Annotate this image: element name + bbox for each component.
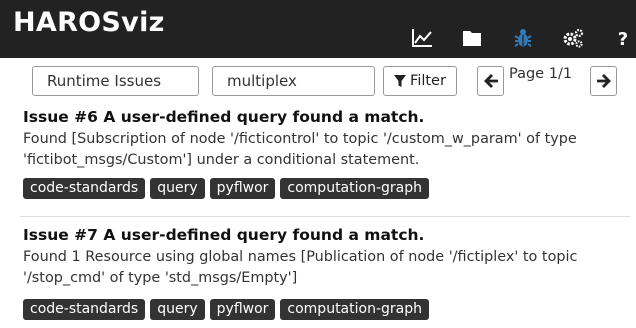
tag-badge[interactable]: computation-graph bbox=[280, 178, 429, 199]
tag-badge[interactable]: computation-graph bbox=[280, 299, 429, 320]
gears-icon[interactable] bbox=[561, 26, 585, 50]
issue-source-value: Runtime Issues bbox=[47, 72, 162, 90]
help-icon[interactable]: ? bbox=[611, 26, 635, 50]
search-input[interactable]: multiplex bbox=[212, 66, 375, 96]
issue-tags: code-standards query pyflwor computation… bbox=[23, 178, 429, 199]
issue-description: Found [Subscription of node '/ficticontr… bbox=[23, 131, 577, 168]
line-chart-icon[interactable] bbox=[410, 26, 434, 50]
tag-badge[interactable]: code-standards bbox=[23, 299, 146, 320]
filter-label: Filter bbox=[410, 73, 446, 89]
page-indicator: Page 1/1 bbox=[509, 66, 573, 82]
issue-source-select[interactable]: Runtime Issues bbox=[32, 66, 199, 96]
bug-icon[interactable] bbox=[511, 26, 535, 50]
folder-icon[interactable] bbox=[460, 26, 484, 50]
next-page-button[interactable] bbox=[590, 66, 617, 96]
arrow-right-icon bbox=[596, 74, 611, 88]
issue-description: Found 1 Resource using global names [Pub… bbox=[23, 249, 578, 286]
tag-badge[interactable]: code-standards bbox=[23, 178, 146, 199]
issue-title: Issue #7 A user-defined query found a ma… bbox=[23, 226, 425, 244]
tag-badge[interactable]: query bbox=[150, 299, 205, 320]
app-title[interactable]: HAROSviz bbox=[13, 7, 165, 38]
funnel-icon bbox=[394, 74, 407, 87]
filter-button[interactable]: Filter bbox=[383, 66, 457, 96]
navbar: HAROSviz ? bbox=[0, 0, 636, 58]
tag-badge[interactable]: pyflwor bbox=[209, 178, 276, 199]
svg-text:?: ? bbox=[618, 29, 628, 50]
issue-divider bbox=[20, 216, 630, 217]
arrow-left-icon bbox=[483, 74, 498, 88]
issue-toolbar: Runtime Issues multiplex Filter Page 1/1 bbox=[0, 66, 636, 100]
issue-title: Issue #6 A user-defined query found a ma… bbox=[23, 108, 425, 126]
issue-tags: code-standards query pyflwor computation… bbox=[23, 299, 429, 320]
tag-badge[interactable]: query bbox=[150, 178, 205, 199]
tag-badge[interactable]: pyflwor bbox=[209, 299, 276, 320]
prev-page-button[interactable] bbox=[477, 66, 504, 96]
search-input-value: multiplex bbox=[227, 72, 297, 90]
